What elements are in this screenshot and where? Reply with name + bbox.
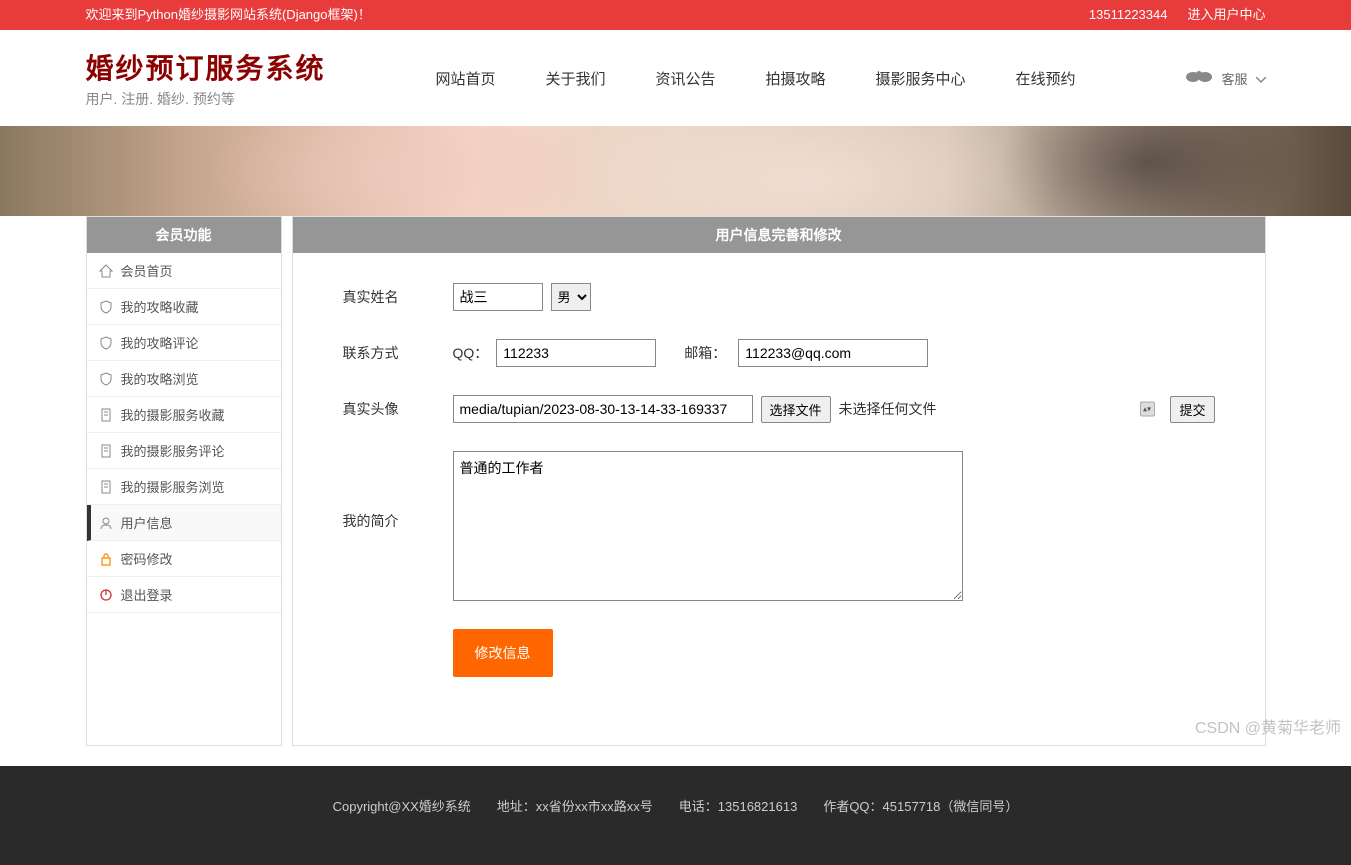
email-input[interactable] [738, 339, 928, 367]
user-icon [99, 516, 113, 530]
banner-image [0, 126, 1351, 216]
lock-icon [99, 552, 113, 566]
sidebar-item-label: 我的攻略浏览 [121, 369, 199, 388]
sidebar-item-label: 我的摄影服务评论 [121, 441, 225, 460]
sidebar-item-label: 我的攻略收藏 [121, 297, 199, 316]
sidebar-item-strategy-views[interactable]: 我的攻略浏览 [87, 361, 281, 397]
shield-icon [99, 300, 113, 314]
document-icon [99, 408, 113, 422]
customer-service[interactable]: 客服 [1185, 68, 1265, 89]
update-info-button[interactable]: 修改信息 [453, 629, 553, 677]
sidebar-item-label: 我的摄影服务收藏 [121, 405, 225, 424]
email-label: 邮箱： [684, 343, 726, 363]
world-map-icon [1185, 68, 1213, 89]
nav-about[interactable]: 关于我们 [545, 68, 605, 89]
nav-news[interactable]: 资讯公告 [655, 68, 715, 89]
document-icon [99, 444, 113, 458]
nav-booking[interactable]: 在线预约 [1016, 68, 1076, 89]
gender-select[interactable]: 男 [551, 283, 591, 311]
sidebar-item-logout[interactable]: 退出登录 [87, 577, 281, 613]
footer-text: Copyright@XX婚纱系统 地址：xx省份xx市xx路xx号 电话：135… [333, 799, 1019, 814]
sidebar-item-strategy-favorites[interactable]: 我的攻略收藏 [87, 289, 281, 325]
logo-title: 婚纱预订服务系统 [86, 47, 326, 87]
top-bar: 欢迎来到Python婚纱摄影网站系统(Django框架)！ 1351122334… [0, 0, 1351, 30]
choose-file-button[interactable]: 选择文件 [761, 396, 831, 423]
nav-home[interactable]: 网站首页 [435, 68, 495, 89]
topbar-phone[interactable]: 13511223344 [1089, 0, 1168, 30]
sidebar-item-label: 我的攻略评论 [121, 333, 199, 352]
sidebar-item-label: 用户信息 [121, 513, 173, 532]
panel-title: 用户信息完善和修改 [293, 217, 1265, 253]
label-bio: 我的简介 [343, 451, 453, 531]
sidebar-item-member-home[interactable]: 会员首页 [87, 253, 281, 289]
footer: Copyright@XX婚纱系统 地址：xx省份xx市xx路xx号 电话：135… [0, 766, 1351, 865]
main-nav: 网站首页 关于我们 资讯公告 拍摄攻略 摄影服务中心 在线预约 [435, 68, 1075, 89]
chevron-down-icon [1256, 71, 1266, 86]
logo[interactable]: 婚纱预订服务系统 用户. 注册. 婚纱. 预约等 [86, 47, 326, 109]
label-avatar: 真实头像 [343, 399, 453, 419]
sidebar-item-label: 会员首页 [121, 261, 173, 280]
label-realname: 真实姓名 [343, 287, 453, 307]
qq-input[interactable] [496, 339, 656, 367]
shield-icon [99, 372, 113, 386]
sidebar-item-label: 退出登录 [121, 585, 173, 604]
nav-service[interactable]: 摄影服务中心 [876, 68, 966, 89]
qq-label: QQ： [453, 343, 489, 363]
sidebar-item-service-comments[interactable]: 我的摄影服务评论 [87, 433, 281, 469]
nav-strategy[interactable]: 拍摄攻略 [766, 68, 826, 89]
bio-textarea[interactable] [453, 451, 963, 601]
sidebar-item-service-views[interactable]: 我的摄影服务浏览 [87, 469, 281, 505]
sidebar-title: 会员功能 [87, 217, 281, 253]
document-icon [99, 480, 113, 494]
avatar-submit-button[interactable]: 提交 [1170, 396, 1214, 423]
home-icon [99, 264, 113, 278]
sidebar-item-password[interactable]: 密码修改 [87, 541, 281, 577]
welcome-text: 欢迎来到Python婚纱摄影网站系统(Django框架)！ [86, 0, 371, 30]
sidebar-item-label: 密码修改 [121, 549, 173, 568]
shield-icon [99, 336, 113, 350]
sidebar: 会员功能 会员首页 我的攻略收藏 我的攻略评论 我的攻略浏览 我的摄影服务收藏 … [86, 216, 282, 746]
avatar-path-input[interactable] [453, 395, 753, 423]
header: 婚纱预订服务系统 用户. 注册. 婚纱. 预约等 网站首页 关于我们 资讯公告 … [0, 30, 1351, 126]
label-contact: 联系方式 [343, 343, 453, 363]
service-label: 客服 [1221, 69, 1247, 88]
logo-subtitle: 用户. 注册. 婚纱. 预约等 [86, 89, 326, 109]
sidebar-item-label: 我的摄影服务浏览 [121, 477, 225, 496]
file-status-text: 未选择任何文件 [839, 399, 937, 419]
number-stepper-icon[interactable]: ▴▾ [1140, 402, 1155, 417]
realname-input[interactable] [453, 283, 543, 311]
sidebar-item-service-favorites[interactable]: 我的摄影服务收藏 [87, 397, 281, 433]
sidebar-item-user-info[interactable]: 用户信息 [87, 505, 281, 541]
user-center-link[interactable]: 进入用户中心 [1187, 0, 1265, 30]
power-icon [99, 588, 113, 602]
sidebar-item-strategy-comments[interactable]: 我的攻略评论 [87, 325, 281, 361]
main-panel: 用户信息完善和修改 真实姓名 男 联系方式 QQ： 邮箱： [292, 216, 1266, 746]
